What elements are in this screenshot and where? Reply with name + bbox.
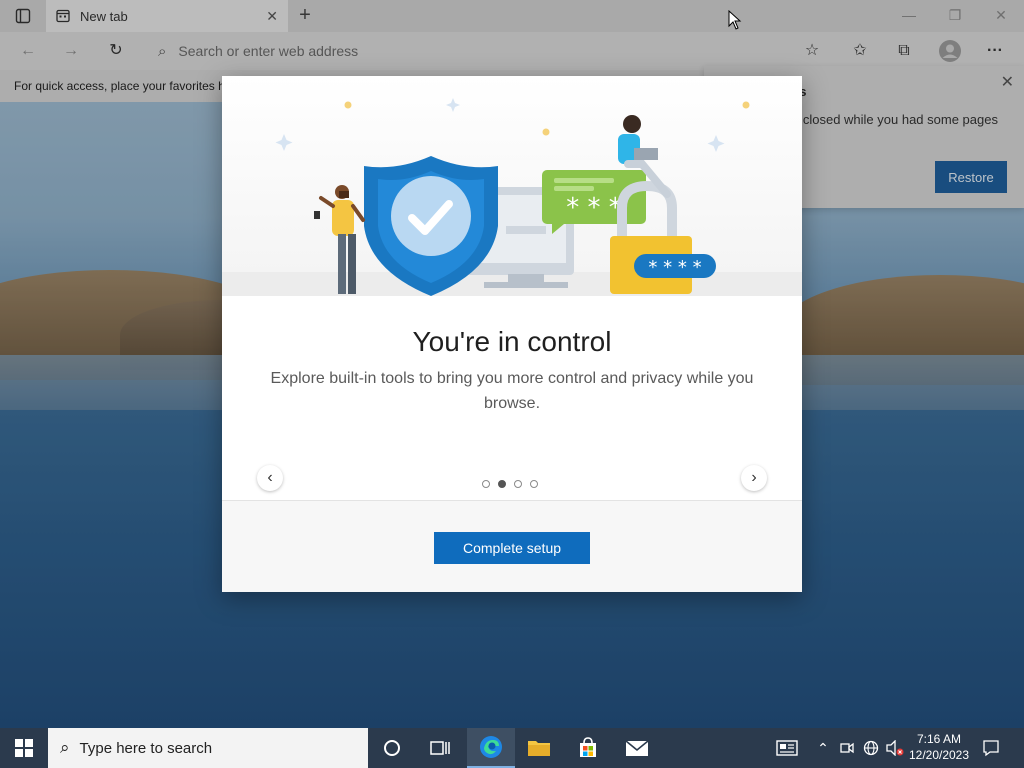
- volume-muted-icon[interactable]: [884, 728, 906, 768]
- taskbar-search-placeholder: Type here to search: [79, 739, 213, 757]
- news-widget-icon[interactable]: [772, 728, 802, 768]
- taskbar-search-box[interactable]: ⌕ Type here to search: [48, 728, 368, 768]
- next-slide-button[interactable]: ›: [741, 465, 767, 491]
- system-clock[interactable]: 7:16 AM 12/20/2023: [906, 731, 972, 763]
- blue-password-text: * * * *: [648, 257, 701, 278]
- clock-date: 12/20/2023: [908, 748, 970, 762]
- mouse-cursor-icon: [728, 10, 742, 30]
- windows-logo-icon: [15, 739, 33, 757]
- privacy-illustration: * * * * * * *: [222, 76, 802, 296]
- search-icon: ⌕: [60, 738, 70, 757]
- chevron-right-icon: ›: [751, 469, 757, 486]
- dialog-footer: Complete setup: [222, 500, 802, 592]
- chevron-left-icon: ‹: [267, 469, 273, 486]
- mail-icon[interactable]: [613, 728, 661, 768]
- slide-dot-1[interactable]: [482, 480, 490, 488]
- edge-taskbar-icon[interactable]: [467, 728, 515, 768]
- clock-time: 7:16 AM: [916, 732, 962, 746]
- slide-indicator: [482, 480, 538, 488]
- start-button[interactable]: [0, 728, 48, 768]
- slide-dot-2[interactable]: [498, 480, 506, 488]
- previous-slide-button[interactable]: ‹: [257, 465, 283, 491]
- green-password-text: * * *: [566, 193, 622, 223]
- meet-now-icon[interactable]: [836, 728, 858, 768]
- cortana-icon[interactable]: [368, 728, 416, 768]
- taskbar: ⌕ Type here to search ⌃ 7:16 AM 12/20/20…: [0, 728, 1024, 768]
- dialog-heading: You're in control: [412, 326, 612, 357]
- chevron-up-icon[interactable]: ⌃: [812, 728, 834, 768]
- illustration-graphic: * * * * * * *: [222, 98, 802, 296]
- notification-center-icon[interactable]: [978, 728, 1004, 768]
- setup-dialog: * * * * * * * You're in control Explore …: [222, 76, 802, 592]
- slide-dot-4[interactable]: [530, 480, 538, 488]
- dialog-description: Explore built-in tools to bring you more…: [270, 370, 754, 412]
- slide-dot-3[interactable]: [514, 480, 522, 488]
- task-view-icon[interactable]: [416, 728, 464, 768]
- complete-setup-button[interactable]: Complete setup: [434, 532, 590, 564]
- network-icon[interactable]: [860, 728, 882, 768]
- file-explorer-icon[interactable]: [515, 728, 563, 768]
- microsoft-store-icon[interactable]: [564, 728, 612, 768]
